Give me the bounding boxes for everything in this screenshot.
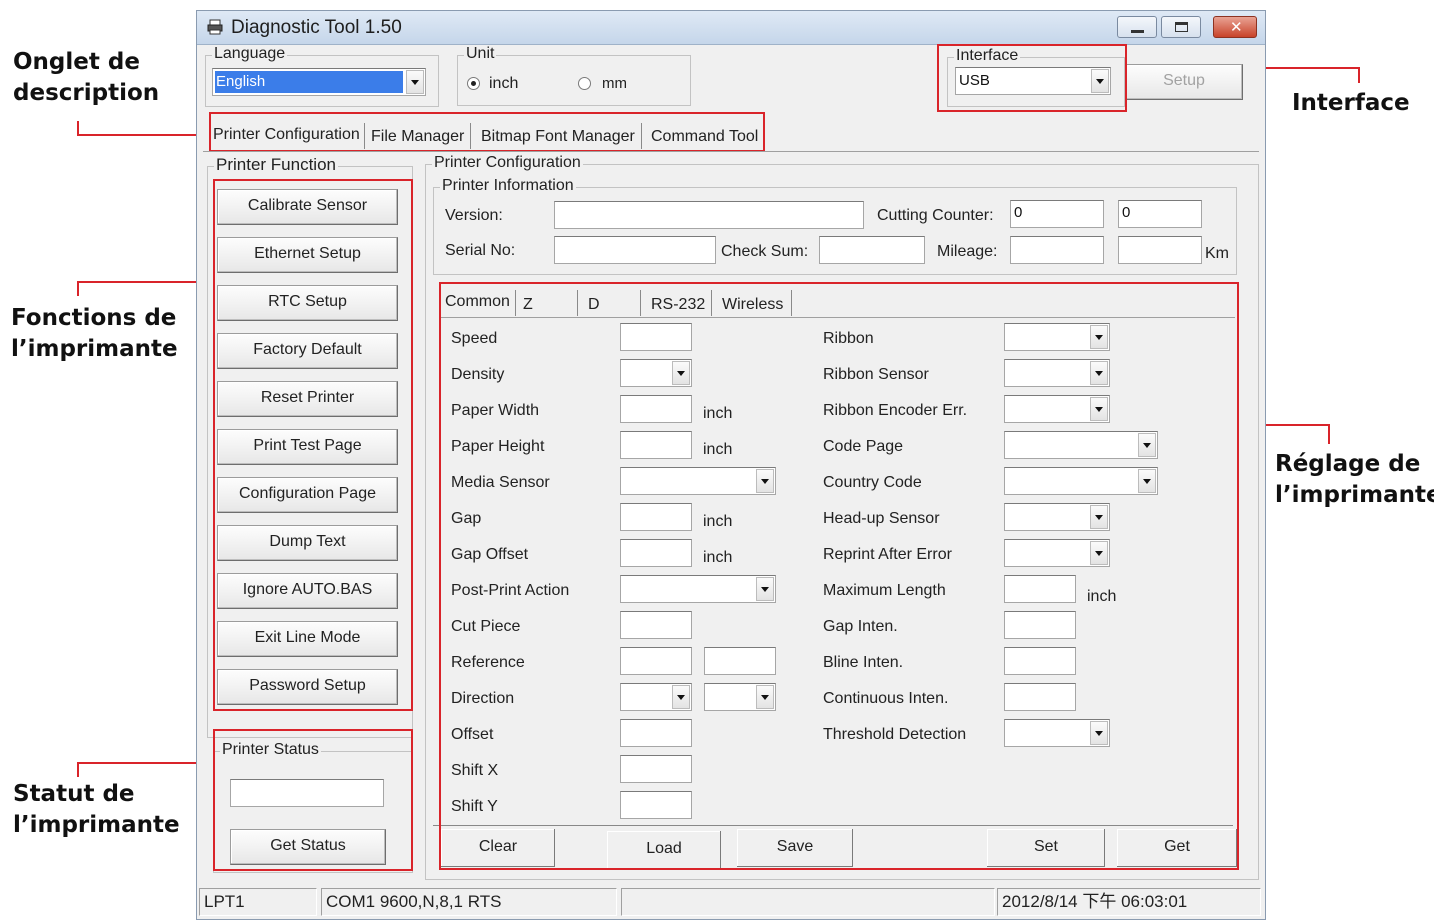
language-value: English <box>216 73 266 90</box>
mileage-field-1 <box>1010 236 1104 264</box>
annotation-interface: Interface <box>1292 90 1410 116</box>
printer-icon <box>207 19 223 35</box>
annotation-printer-status: Statut de l’imprimante <box>13 781 180 838</box>
leader-line <box>77 281 213 283</box>
tabs-highlight-box <box>209 112 765 152</box>
leader-line <box>77 281 79 296</box>
serial-no-field <box>554 236 716 264</box>
close-icon: ✕ <box>1230 18 1243 36</box>
printer-function-label: Printer Function <box>214 155 338 174</box>
cutting-counter-label: Cutting Counter: <box>877 207 994 224</box>
annotation-tab-description: Onglet de description <box>13 49 160 106</box>
version-label: Version: <box>445 207 503 224</box>
printer-information-label: Printer Information <box>440 177 576 195</box>
language-label: Language <box>212 45 288 63</box>
check-sum-label: Check Sum: <box>721 243 809 260</box>
mileage-label: Mileage: <box>937 243 998 260</box>
tab-strip-border <box>203 151 1259 152</box>
diagnostic-tool-window: Diagnostic Tool 1.50 ✕ Language English … <box>196 10 1266 920</box>
interface-highlight-box <box>937 44 1127 112</box>
mileage-field-2 <box>1118 236 1202 264</box>
status-bar: LPT1 COM1 9600,N,8,1 RTS 2012/8/14 下午 06… <box>197 885 1265 919</box>
check-sum-field <box>819 236 925 264</box>
leader-line <box>77 762 213 764</box>
chevron-down-icon[interactable] <box>406 70 424 94</box>
cutting-counter-field-2: 0 <box>1118 200 1202 228</box>
status-com: COM1 9600,N,8,1 RTS <box>321 888 617 916</box>
annotation-printer-settings: Réglage de l’imprimante <box>1275 451 1434 508</box>
leader-line <box>1358 67 1360 83</box>
version-field <box>554 201 864 229</box>
unit-label: Unit <box>464 45 497 63</box>
cutting-counter-field-1: 0 <box>1010 200 1104 228</box>
status-middle <box>621 888 995 916</box>
language-select[interactable]: English <box>212 68 426 96</box>
minimize-button[interactable] <box>1117 16 1157 38</box>
maximize-icon <box>1175 22 1188 32</box>
leader-line <box>1328 424 1330 444</box>
minimize-icon <box>1131 30 1144 33</box>
unit-mm-radio[interactable] <box>578 77 591 90</box>
title-bar[interactable]: Diagnostic Tool 1.50 ✕ <box>197 11 1265 45</box>
mileage-unit: Km <box>1205 245 1229 262</box>
window-title: Diagnostic Tool 1.50 <box>231 17 402 38</box>
close-button[interactable]: ✕ <box>1213 16 1257 38</box>
annotation-printer-functions: Fonctions de l’imprimante <box>11 305 178 362</box>
settings-highlight-box <box>439 282 1239 870</box>
unit-inch-label: inch <box>489 75 519 92</box>
maximize-button[interactable] <box>1161 16 1201 38</box>
leader-line <box>77 762 79 777</box>
unit-mm-label: mm <box>602 75 627 92</box>
status-highlight-box <box>213 729 413 871</box>
unit-inch-radio[interactable] <box>467 77 480 90</box>
printer-configuration-label: Printer Configuration <box>432 154 583 172</box>
serial-no-label: Serial No: <box>445 242 516 259</box>
status-port: LPT1 <box>199 888 317 916</box>
leader-line <box>77 134 210 136</box>
interface-setup-button[interactable]: Setup <box>1125 64 1243 100</box>
functions-highlight-box <box>213 179 413 711</box>
status-datetime: 2012/8/14 下午 06:03:01 <box>997 888 1261 916</box>
